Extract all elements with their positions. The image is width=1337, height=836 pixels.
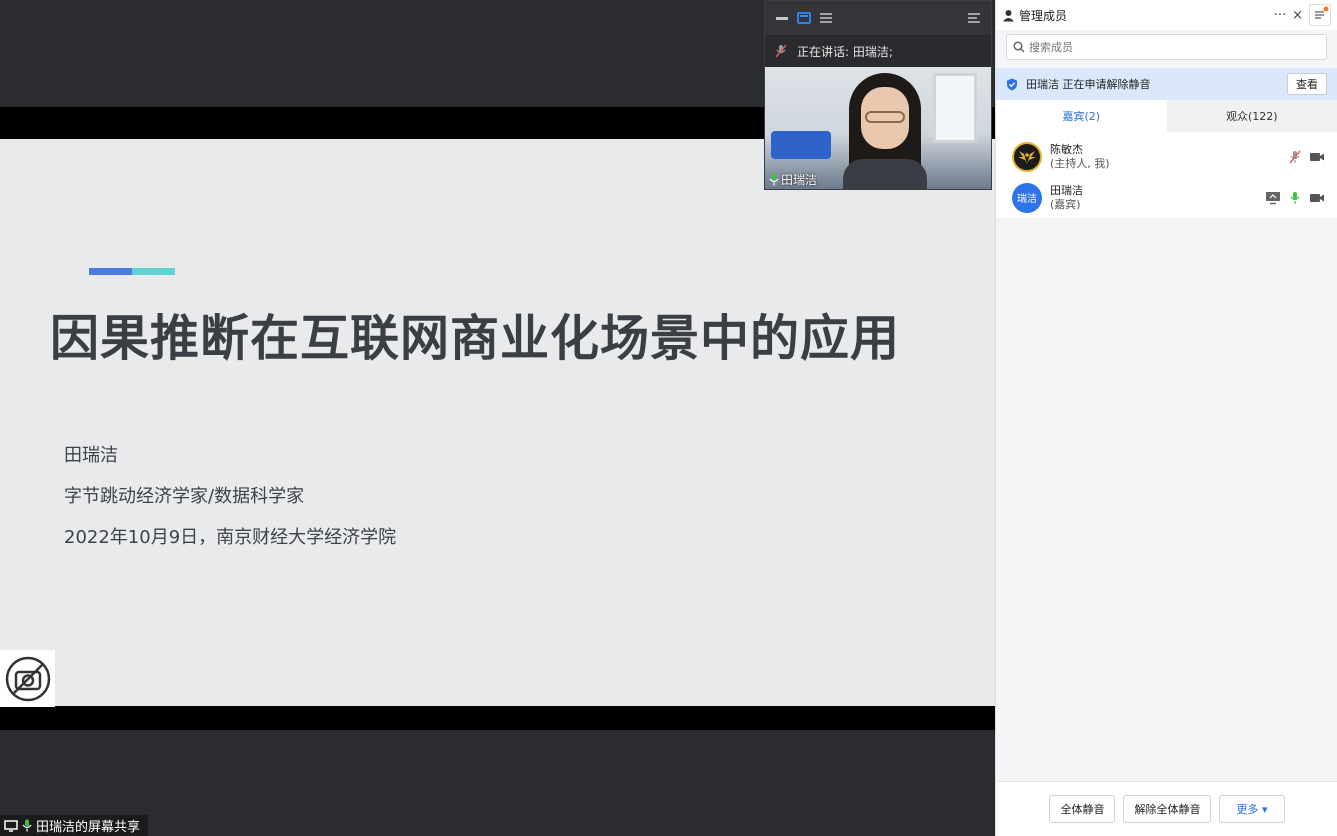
video-person-glasses: [865, 111, 905, 123]
mic-icon: [22, 819, 32, 832]
video-sofa-decor: [771, 131, 831, 159]
members-panel-title: 管理成员: [1019, 8, 1068, 23]
member-name: 陈敏杰: [1050, 142, 1083, 156]
member-list: 陈敏杰 (主持人, 我) 瑞洁 田瑞洁 (嘉宾): [996, 132, 1337, 218]
more-options-button[interactable]: ···: [1274, 8, 1286, 23]
slide-author-role: 字节跳动经济学家/数据科学家: [64, 486, 305, 507]
video-participant-label: 田瑞洁: [769, 171, 817, 188]
person-icon: [1003, 9, 1014, 21]
slide-date-place: 2022年10月9日，南京财经大学经济学院: [64, 527, 397, 548]
unmute-all-button[interactable]: 解除全体静音: [1123, 795, 1212, 823]
member-name: 田瑞洁: [1050, 183, 1083, 197]
avatar: [1012, 141, 1042, 172]
tab-guests[interactable]: 嘉宾(2): [996, 100, 1167, 132]
members-panel: 管理成员 ··· × 田瑞洁 正在申请解除静音 查看 嘉宾(2) 观众(122): [995, 0, 1337, 836]
member-info: 田瑞洁 (嘉宾): [1050, 184, 1083, 212]
participant-video[interactable]: 田瑞洁: [765, 67, 991, 189]
slide-accent-cyan: [132, 268, 175, 275]
more-actions-button[interactable]: 更多 ▾: [1219, 795, 1285, 823]
mic-muted-icon[interactable]: [1289, 150, 1301, 164]
video-participant-name: 田瑞洁: [781, 173, 818, 187]
video-panel[interactable]: 正在讲话: 田瑞洁; 田瑞洁: [764, 0, 992, 190]
member-row-host[interactable]: 陈敏杰 (主持人, 我): [996, 136, 1337, 177]
member-controls: [1289, 150, 1325, 164]
member-row-guest[interactable]: 瑞洁 田瑞洁 (嘉宾): [996, 177, 1337, 218]
screen-share-owner: 田瑞洁的屏幕共享: [36, 820, 141, 835]
mic-active-icon: [769, 173, 779, 186]
member-tabs: 嘉宾(2) 观众(122): [996, 100, 1337, 132]
unmute-request-alert: 田瑞洁 正在申请解除静音 查看: [996, 68, 1337, 100]
video-person-body: [843, 159, 927, 189]
members-panel-header: 管理成员 ··· ×: [996, 0, 1337, 30]
member-controls: [1265, 191, 1325, 205]
video-window-decor: [933, 73, 977, 143]
mic-active-icon[interactable]: [1289, 191, 1301, 205]
camera-off-icon: [5, 656, 50, 701]
list-view-icon[interactable]: [819, 12, 833, 24]
screen-share-icon[interactable]: [1265, 191, 1281, 205]
member-search-input[interactable]: [1029, 40, 1309, 54]
letterbox-bottom: [0, 706, 995, 730]
member-search-box[interactable]: [1006, 34, 1327, 60]
member-role: (主持人, 我): [1050, 156, 1110, 170]
video-camera-icon[interactable]: [1309, 151, 1325, 163]
search-icon: [1013, 41, 1025, 53]
shield-icon: [1007, 78, 1017, 90]
gallery-view-icon[interactable]: [797, 12, 811, 24]
tab-audience[interactable]: 观众(122): [1167, 100, 1337, 132]
unmute-request-text: 田瑞洁 正在申请解除静音: [1026, 78, 1151, 91]
slide-author: 田瑞洁: [64, 445, 118, 466]
video-camera-icon[interactable]: [1309, 192, 1325, 204]
mic-muted-icon: [775, 44, 787, 58]
video-panel-toolbar: [765, 1, 991, 35]
members-panel-footer: 全体静音 解除全体静音 更多 ▾: [996, 781, 1337, 836]
panel-menu-icon[interactable]: [967, 12, 981, 24]
camera-off-button[interactable]: [0, 650, 55, 707]
member-role: (嘉宾): [1050, 197, 1081, 211]
avatar: 瑞洁: [1012, 182, 1042, 213]
presentation-slide: 因果推断在互联网商业化场景中的应用 田瑞洁 字节跳动经济学家/数据科学家 202…: [0, 139, 995, 706]
slide-title: 因果推断在互联网商业化场景中的应用: [50, 310, 901, 367]
speaking-indicator: 正在讲话: 田瑞洁;: [765, 35, 991, 67]
close-button[interactable]: ×: [1292, 8, 1303, 23]
member-info: 陈敏杰 (主持人, 我): [1050, 143, 1110, 171]
mute-all-button[interactable]: 全体静音: [1049, 795, 1116, 823]
view-request-button[interactable]: 查看: [1287, 73, 1327, 95]
screen-share-icon: [4, 819, 18, 832]
speaking-text: 正在讲话: 田瑞洁;: [797, 44, 893, 59]
minimize-icon[interactable]: [775, 12, 789, 24]
slide-accent-blue: [89, 268, 132, 275]
phoenix-logo-icon: [1018, 150, 1036, 164]
screen-share-label: 田瑞洁的屏幕共享: [0, 815, 149, 836]
panel-list-icon[interactable]: [1309, 4, 1331, 26]
